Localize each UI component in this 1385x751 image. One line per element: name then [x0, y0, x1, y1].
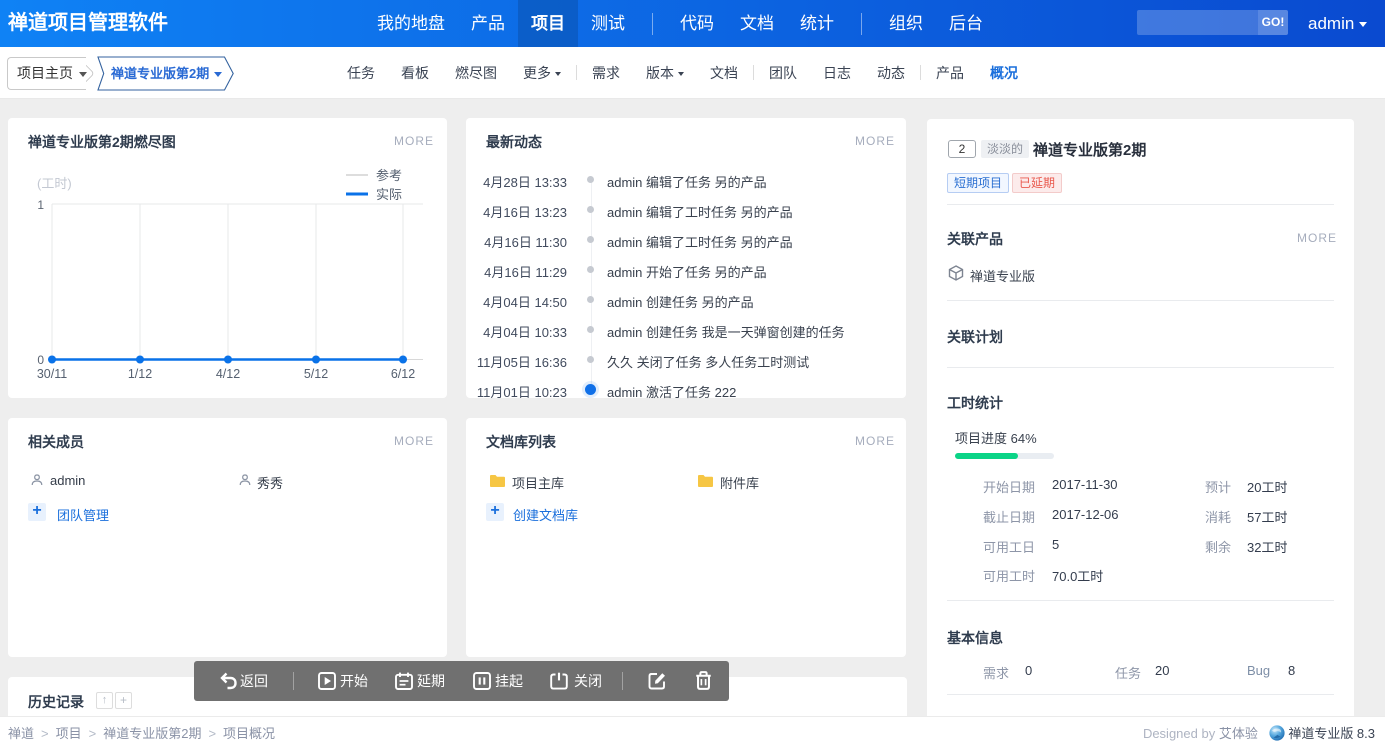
- svg-text:30/11: 30/11: [37, 367, 67, 381]
- svg-text:0: 0: [37, 353, 44, 367]
- svg-text:1: 1: [37, 198, 44, 212]
- svg-text:4/12: 4/12: [216, 367, 240, 381]
- svg-text:1/12: 1/12: [128, 367, 152, 381]
- svg-text:参考: 参考: [376, 168, 402, 183]
- svg-text:5/12: 5/12: [304, 367, 328, 381]
- svg-text:(工时): (工时): [37, 176, 72, 191]
- svg-text:6/12: 6/12: [391, 367, 415, 381]
- svg-text:实际: 实际: [376, 187, 402, 202]
